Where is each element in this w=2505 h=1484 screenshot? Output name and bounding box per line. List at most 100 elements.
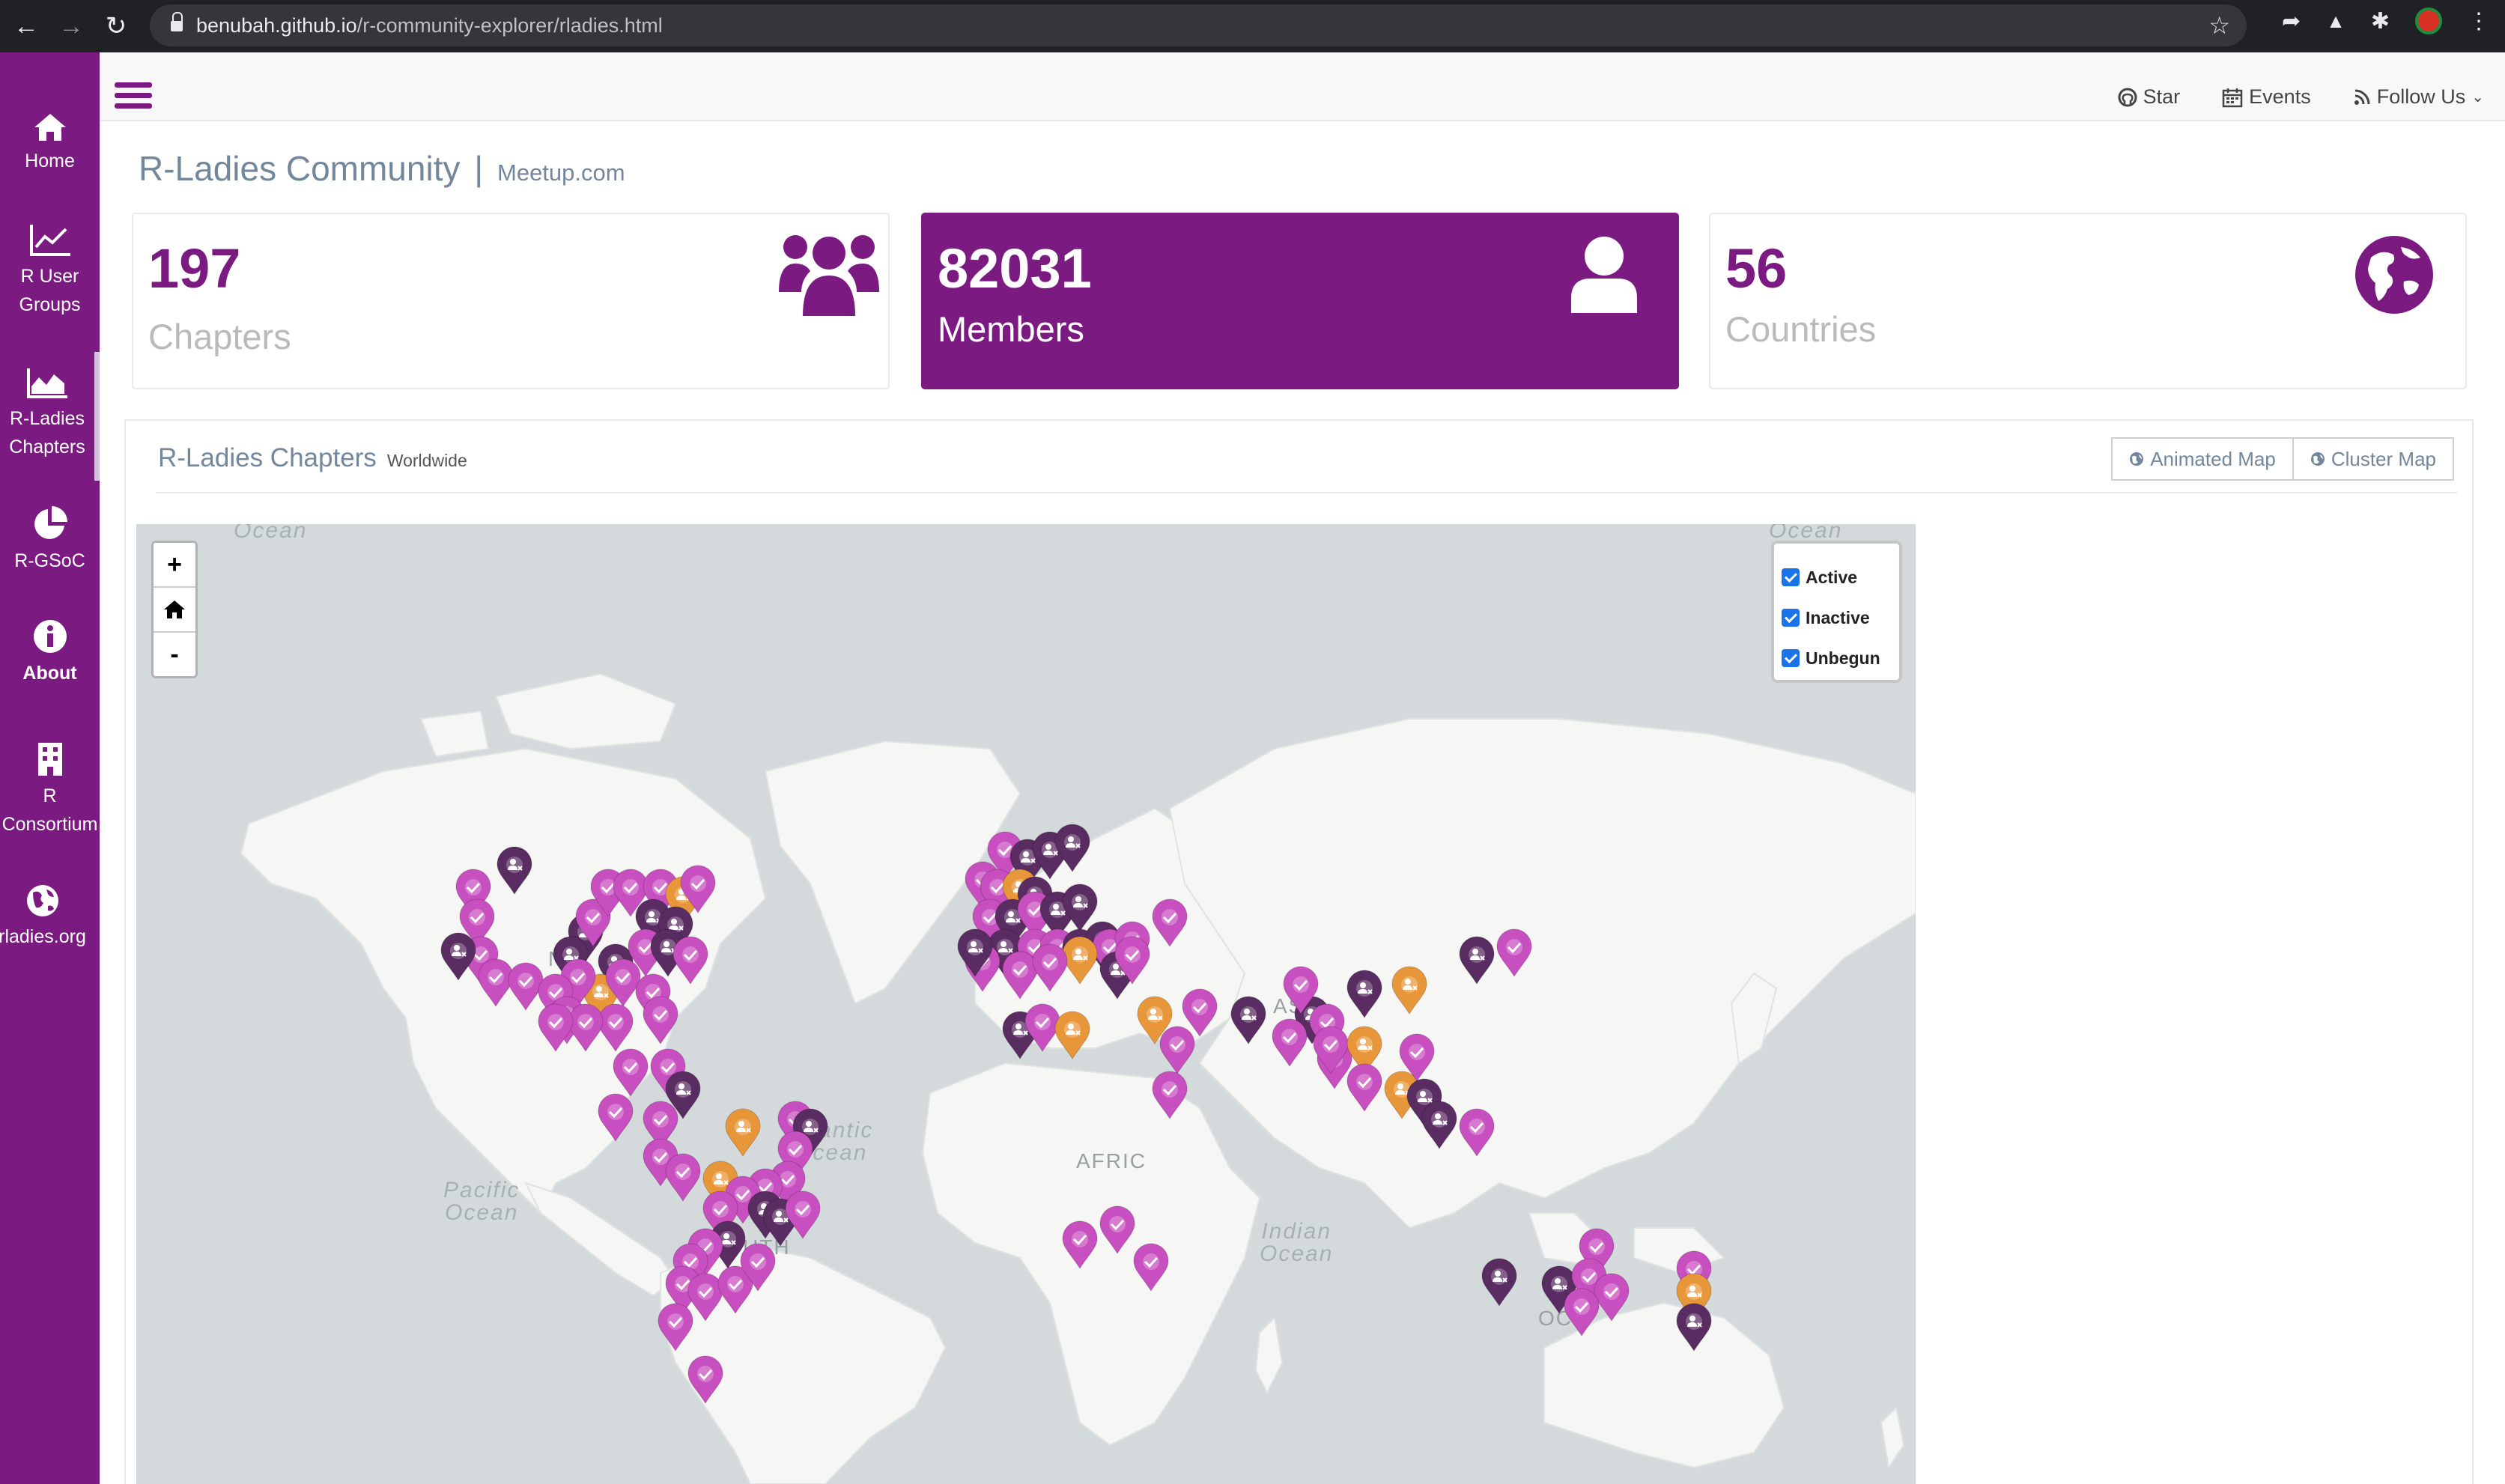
cluster-map-button[interactable]: Cluster Map xyxy=(2293,437,2454,481)
world-map[interactable]: Ocean Ocean Atlantic Ocean Pacific Ocean I… xyxy=(136,524,1916,1484)
forward-icon[interactable]: → xyxy=(52,7,90,45)
inactive-chapter-marker[interactable] xyxy=(1054,824,1091,873)
ocean-label-line: Indian xyxy=(1261,1219,1332,1244)
active-chapter-marker[interactable] xyxy=(642,996,679,1045)
lock-icon xyxy=(171,12,183,33)
active-chapter-marker[interactable] xyxy=(1151,898,1188,948)
sidebar-item-r-ladies-chapters[interactable]: R-Ladies Chapters xyxy=(0,352,100,481)
active-chapter-marker[interactable] xyxy=(1496,928,1533,978)
pie-chart-icon xyxy=(34,506,67,539)
active-chapter-marker[interactable] xyxy=(672,936,709,985)
legend-inactive[interactable]: Inactive xyxy=(1782,597,1892,638)
inactive-chapter-marker[interactable] xyxy=(1675,1303,1713,1352)
puzzle-icon[interactable]: ✱ xyxy=(2371,8,2390,34)
sidebar-item-label: R-GSoC xyxy=(14,550,85,571)
active-chapter-marker[interactable] xyxy=(784,1190,822,1240)
events-link[interactable]: Events xyxy=(2222,85,2311,109)
user-icon xyxy=(1571,237,1637,313)
checkbox-unbegun[interactable] xyxy=(1782,649,1800,667)
unbegun-chapter-marker[interactable] xyxy=(1391,966,1428,1015)
legend-label: Active xyxy=(1806,567,1858,587)
extension-icon[interactable]: ▲ xyxy=(2326,10,2345,33)
home-view-button[interactable] xyxy=(154,588,195,633)
active-chapter-marker[interactable] xyxy=(657,1303,694,1352)
sidebar-item-about[interactable]: About xyxy=(0,618,100,687)
top-navbar: Star Events Follow Us ⌄ xyxy=(100,52,2505,121)
active-chapter-marker[interactable] xyxy=(1159,1026,1196,1075)
active-chapter-marker[interactable] xyxy=(1346,1063,1383,1113)
users-icon xyxy=(779,235,879,316)
unbegun-chapter-marker[interactable] xyxy=(724,1108,762,1158)
star-link[interactable]: Star xyxy=(2118,85,2180,109)
inactive-chapter-marker[interactable] xyxy=(496,846,533,895)
stat-label: Chapters xyxy=(148,317,291,356)
ocean-label-line: Ocean xyxy=(1260,1241,1334,1266)
hamburger-menu-icon[interactable] xyxy=(115,82,152,109)
active-chapter-marker[interactable] xyxy=(1151,1071,1188,1120)
active-chapter-marker[interactable] xyxy=(612,1048,649,1098)
button-label: Animated Map xyxy=(2150,447,2276,470)
address-bar[interactable]: benubah.github.io/r-community-explorer/r… xyxy=(150,4,2247,46)
page-title-text: R-Ladies Community xyxy=(139,149,461,188)
active-chapter-marker[interactable] xyxy=(1061,1220,1099,1270)
sidebar-item-r-user-groups[interactable]: R User Groups xyxy=(0,223,100,319)
inactive-chapter-marker[interactable] xyxy=(1230,996,1267,1045)
sidebar-item-label: rladies.org xyxy=(0,926,86,947)
checkbox-active[interactable] xyxy=(1782,568,1800,586)
legend-unbegun[interactable]: Unbegun xyxy=(1782,638,1892,678)
continent-label: AFRIC xyxy=(1076,1149,1147,1173)
inactive-chapter-marker[interactable] xyxy=(1481,1258,1518,1307)
active-chapter-marker[interactable] xyxy=(537,1003,574,1053)
inactive-chapter-marker[interactable] xyxy=(1421,1101,1458,1150)
active-chapter-marker[interactable] xyxy=(664,1153,702,1202)
inactive-chapter-marker[interactable] xyxy=(956,928,994,978)
active-chapter-marker[interactable] xyxy=(597,1093,634,1143)
active-chapter-marker[interactable] xyxy=(1563,1288,1600,1337)
ocean-label: Ocean xyxy=(1769,524,1843,543)
active-chapter-marker[interactable] xyxy=(1398,1033,1436,1083)
legend-active[interactable]: Active xyxy=(1782,557,1892,597)
inactive-chapter-marker[interactable] xyxy=(1346,970,1383,1019)
stat-value: 197 xyxy=(148,237,241,299)
reload-icon[interactable]: ↻ xyxy=(97,7,135,45)
url-path: /r-community-explorer/rladies.html xyxy=(356,13,663,37)
chevron-down-icon: ⌄ xyxy=(2471,89,2484,106)
sidebar-item-r-gsoc[interactable]: R-GSoC xyxy=(0,505,100,575)
share-icon[interactable]: ➦ xyxy=(2282,8,2301,34)
zoom-out-button[interactable]: - xyxy=(154,633,195,676)
active-chapter-marker[interactable] xyxy=(739,1243,777,1292)
active-chapter-marker[interactable] xyxy=(687,1355,724,1405)
inactive-chapter-marker[interactable] xyxy=(1458,936,1496,985)
animated-map-button[interactable]: Animated Map xyxy=(2111,437,2294,481)
inactive-chapter-marker[interactable] xyxy=(440,932,477,982)
ocean-label-line: Ocean xyxy=(444,1200,519,1225)
profile-avatar[interactable] xyxy=(2415,7,2442,34)
active-chapter-marker[interactable] xyxy=(1031,943,1069,993)
active-chapter-marker[interactable] xyxy=(1099,1205,1136,1255)
sidebar-item-r-consortium[interactable]: R Consortium xyxy=(0,741,100,839)
stat-value: 82031 xyxy=(938,237,1092,299)
zoom-in-button[interactable]: + xyxy=(154,543,195,588)
sidebar-item-label: Home xyxy=(25,150,75,171)
unbegun-chapter-marker[interactable] xyxy=(1054,1011,1091,1060)
follow-us-dropdown[interactable]: Follow Us ⌄ xyxy=(2353,85,2484,109)
menu-dots-icon[interactable]: ⋮ xyxy=(2468,8,2490,34)
active-chapter-marker[interactable] xyxy=(1458,1108,1496,1158)
bookmark-star-icon[interactable]: ☆ xyxy=(2208,11,2230,40)
back-icon[interactable]: ← xyxy=(7,7,45,45)
page-title: R-Ladies Community | Meetup.com xyxy=(139,148,625,189)
stat-label: Countries xyxy=(1725,309,1877,349)
stat-countries: 56 Countries xyxy=(1709,213,2467,389)
active-chapter-marker[interactable] xyxy=(1282,966,1320,1015)
checkbox-inactive[interactable] xyxy=(1782,609,1800,627)
active-chapter-marker[interactable] xyxy=(1271,1018,1308,1068)
map-toggle-buttons: Animated Map Cluster Map xyxy=(2111,437,2454,481)
sidebar: Home R User Groups R-Ladies Chapters R-G… xyxy=(0,52,100,1484)
active-chapter-marker[interactable] xyxy=(1114,936,1151,985)
active-chapter-marker[interactable] xyxy=(1312,1026,1349,1075)
sidebar-item-rladies-org[interactable]: rladies.org xyxy=(0,884,92,951)
active-chapter-marker[interactable] xyxy=(1132,1243,1170,1292)
pacific-ocean-label: Pacific Ocean xyxy=(443,1179,520,1224)
sidebar-item-home[interactable]: Home xyxy=(0,112,100,175)
stat-chapters: 197 Chapters xyxy=(132,213,890,389)
